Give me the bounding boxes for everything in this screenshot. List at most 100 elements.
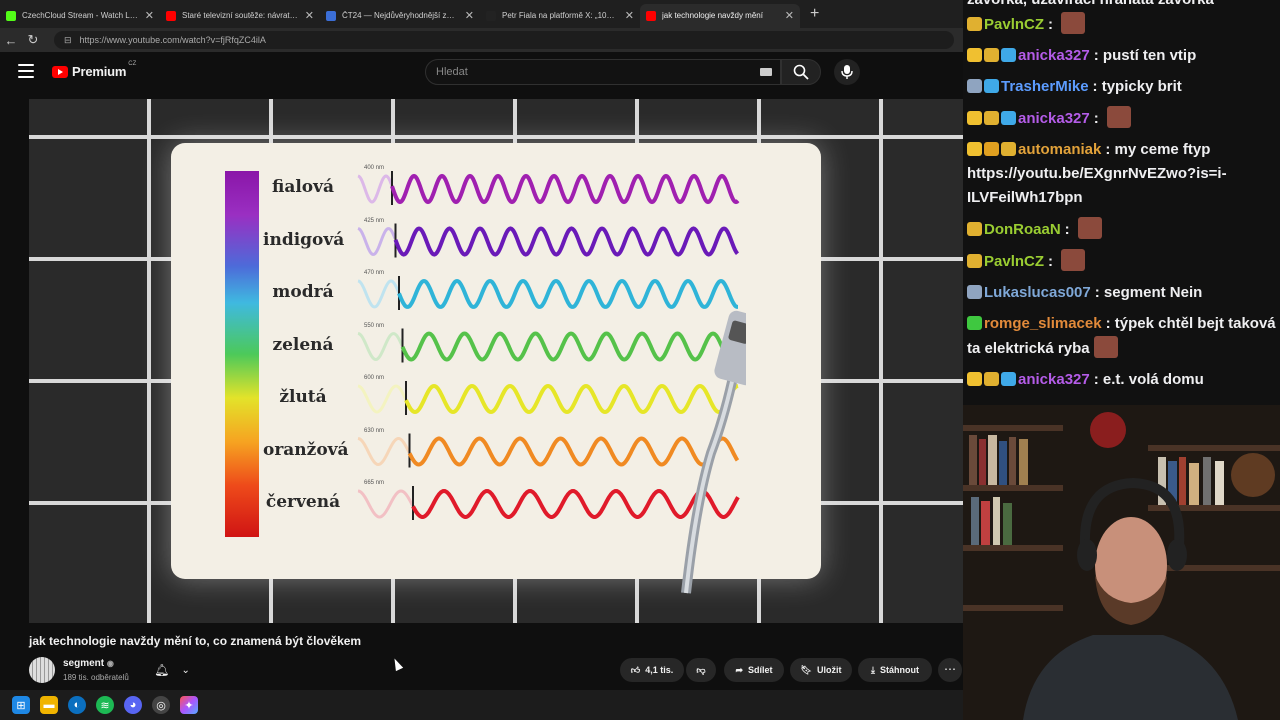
spotify-icon[interactable]: ≋ — [96, 696, 114, 714]
download-button[interactable]: ⤓ Stáhnout — [858, 658, 932, 682]
chat-colon: : — [1094, 284, 1100, 301]
chat-message: anicka327: — [967, 106, 1276, 131]
ghost-wave — [357, 489, 415, 519]
close-tab-icon[interactable]: ✕ — [625, 9, 634, 22]
chat-username[interactable]: anicka327 — [1018, 110, 1090, 127]
tab-favicon-icon — [6, 10, 16, 21]
youtube-logo[interactable]: Premium CZ — [52, 60, 137, 79]
new-tab-button[interactable]: + — [810, 5, 819, 23]
menu-icon[interactable] — [18, 64, 34, 78]
share-label: Sdílet — [748, 665, 773, 675]
chat-message: DonRoaaN: — [967, 217, 1276, 242]
app-icon[interactable]: ◎ — [152, 696, 170, 714]
cable-plug-image — [681, 310, 746, 594]
chat-badge-icon — [967, 372, 982, 386]
chat-badge-icon — [967, 111, 982, 125]
chat-username[interactable]: Lukaslucas007 — [984, 284, 1091, 301]
subscription-bell-button[interactable]: 🔔︎ ⌄ — [148, 660, 196, 680]
video-title: jak technologie navždy mění to, co zname… — [29, 634, 362, 648]
ghost-wave — [357, 384, 408, 414]
tab-title: jak technologie navždy mění — [662, 11, 763, 20]
ghost-wave — [357, 279, 401, 309]
chat-colon: : — [1048, 253, 1054, 270]
tab-favicon-icon — [646, 10, 656, 21]
browser-tab[interactable]: ČT24 — Nejdůvěryhodnější zpravo ✕ — [320, 4, 480, 28]
keyboard-icon[interactable] — [760, 68, 772, 76]
chat-text: typicky brit — [1101, 78, 1182, 95]
tab-favicon-icon — [486, 10, 496, 21]
more-actions-button[interactable]: ⋯ — [938, 658, 962, 682]
download-icon: ⤓ — [871, 664, 875, 675]
chat-colon: : — [1093, 371, 1099, 388]
chat-username[interactable]: anicka327 — [1018, 371, 1090, 388]
search-input[interactable]: Hledat — [425, 59, 781, 85]
channel-name[interactable]: segment ◉ — [63, 658, 114, 669]
chat-message: TrasherMike: typicky brit — [967, 75, 1276, 99]
webcam-image — [963, 405, 1280, 720]
tab-title: ČT24 — Nejdůvěryhodnější zpravo — [342, 11, 459, 20]
url-field[interactable]: ⊟ https://www.youtube.com/watch?v=fjRfqZ… — [54, 31, 954, 49]
tab-title: CzechCloud Stream - Watch Live o — [22, 11, 139, 20]
voice-search-button[interactable] — [834, 59, 860, 85]
video-player[interactable]: fialová 400 nm indigová 425 nm modrá 470 nm ze… — [29, 99, 963, 623]
browser-tab[interactable]: CzechCloud Stream - Watch Live o ✕ — [0, 4, 160, 28]
channel-name-text: segment — [63, 658, 105, 669]
region-code: CZ — [128, 60, 137, 67]
back-icon[interactable]: ← — [0, 33, 22, 48]
mouse-cursor — [390, 656, 404, 672]
reload-icon[interactable]: ↻ — [22, 32, 44, 48]
chat-emote-icon — [1093, 336, 1118, 358]
chat-text: pustí ten vtip — [1102, 47, 1197, 64]
share-button[interactable]: ➦ Sdílet — [724, 658, 784, 682]
chat-badge-icon — [967, 48, 982, 62]
tab-list: CzechCloud Stream - Watch Live o ✕ Staré t… — [0, 1, 800, 28]
tab-title: Petr Fiala na platformě X: „100 dní — [502, 11, 619, 20]
chat-badge-icon — [967, 79, 982, 93]
chat-badge-icon — [984, 48, 999, 62]
chat-username[interactable]: anicka327 — [1018, 47, 1090, 64]
save-button[interactable]: 🔖︎ Uložit — [790, 658, 852, 682]
close-tab-icon[interactable]: ✕ — [465, 9, 474, 22]
chat-username[interactable]: automaniak — [1018, 141, 1101, 158]
chat-message: PavlnCZ: — [967, 249, 1276, 274]
chat-colon: : — [1064, 221, 1070, 238]
chat-username[interactable]: PavlnCZ — [984, 16, 1044, 33]
channel-avatar[interactable] — [29, 657, 55, 683]
chat-badge-icon — [967, 285, 982, 299]
chat-message: anicka327: pustí ten vtip — [967, 44, 1276, 68]
close-tab-icon[interactable]: ✕ — [785, 9, 794, 22]
dislike-button[interactable]: 👎︎ — [686, 658, 716, 682]
edge-browser-icon[interactable]: ◐ — [68, 696, 86, 714]
chevron-down-icon: ⌄ — [181, 664, 190, 676]
browser-tab[interactable]: Petr Fiala na platformě X: „100 dní ✕ — [480, 4, 640, 28]
file-explorer-icon[interactable]: ▬ — [40, 696, 58, 714]
browser-tab[interactable]: jak technologie navždy mění ✕ — [640, 3, 800, 28]
chat-badge-icon — [967, 17, 982, 31]
close-tab-icon[interactable]: ✕ — [305, 9, 314, 22]
chat-username[interactable]: romge_slimacek — [984, 315, 1102, 332]
tab-favicon-icon — [166, 10, 176, 21]
chat-colon: : — [1105, 141, 1111, 158]
spectrum-card: fialová 400 nm indigová 425 nm modrá 470 nm ze… — [171, 143, 821, 594]
close-tab-icon[interactable]: ✕ — [145, 9, 154, 22]
logo-text: Premium — [72, 64, 127, 79]
browser-tab[interactable]: Staré televizní soutěže: návrat do d ✕ — [160, 4, 320, 28]
chat-text: segment Nein — [1103, 284, 1203, 301]
chat-message: PavlnCZ: — [967, 12, 1276, 37]
discord-icon[interactable]: ◕ — [124, 696, 142, 714]
site-info-icon[interactable]: ⊟ — [64, 35, 72, 46]
chat-badge-icon — [984, 79, 999, 93]
like-count: 4,1 tis. — [645, 665, 674, 675]
chat-username[interactable]: DonRoaaN — [984, 221, 1061, 238]
search-button[interactable] — [781, 59, 821, 85]
chat-username[interactable]: PavlnCZ — [984, 253, 1044, 270]
windows-start-icon[interactable]: ⊞ — [12, 696, 30, 714]
verified-icon: ◉ — [106, 659, 114, 668]
save-label: Uložit — [816, 665, 842, 675]
copilot-icon[interactable]: ✦ — [180, 696, 198, 714]
chat-colon: : — [1092, 78, 1098, 95]
chat-badge-icon — [984, 111, 999, 125]
chat-username[interactable]: TrasherMike — [1001, 78, 1089, 95]
tab-title: Staré televizní soutěže: návrat do d — [182, 11, 299, 20]
like-button[interactable]: 👍︎ 4,1 tis. — [620, 658, 684, 682]
